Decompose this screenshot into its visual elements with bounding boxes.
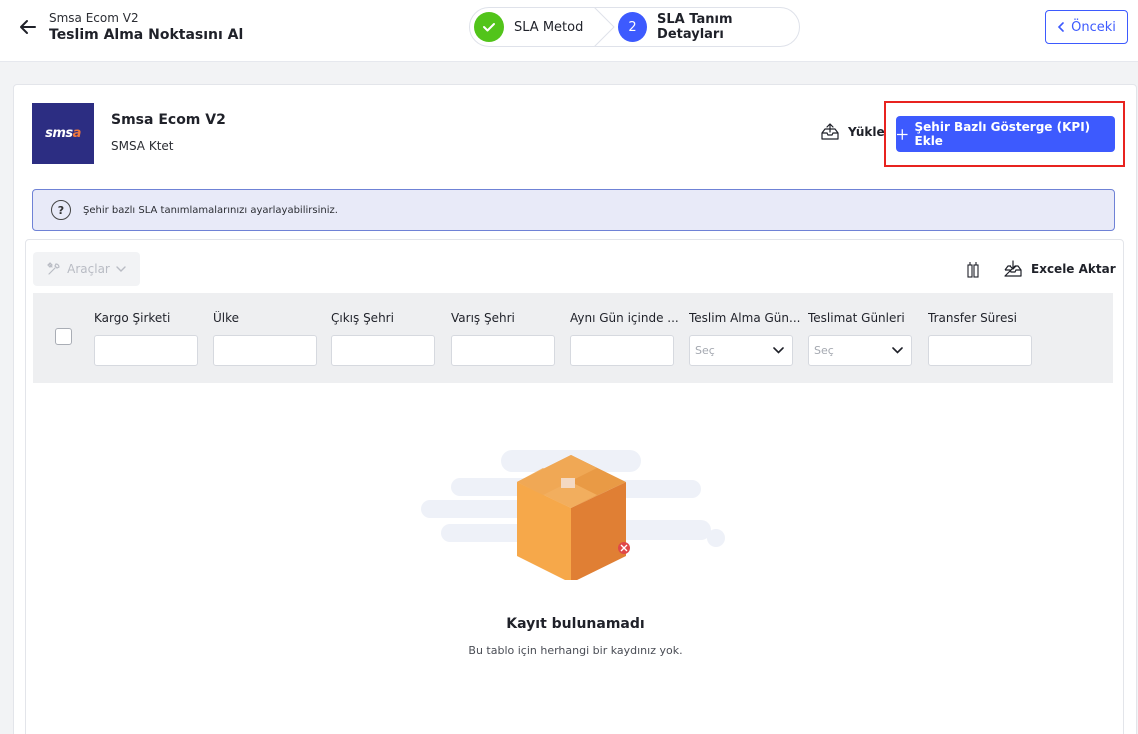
filter-select[interactable]: Seç — [689, 335, 793, 366]
question-icon: ? — [51, 200, 71, 220]
download-icon — [1004, 260, 1022, 277]
column-label: Ülke — [213, 311, 240, 325]
previous-button[interactable]: Önceki — [1045, 10, 1128, 44]
column-label: Varış Şehri — [451, 311, 515, 325]
empty-state-subtitle: Bu tablo için herhangi bir kaydınız yok. — [468, 644, 683, 657]
empty-state-title: Kayıt bulunamadı — [506, 616, 645, 632]
column-label: Teslim Alma Gün... — [689, 311, 801, 325]
chevron-left-icon — [1057, 22, 1064, 32]
export-excel-button[interactable]: Excele Aktar — [1003, 260, 1116, 278]
check-icon — [474, 12, 504, 42]
step-divider-icon — [593, 7, 615, 47]
filter-input[interactable] — [331, 335, 435, 366]
page-subtitle: Smsa Ecom V2 — [49, 11, 139, 25]
info-text: Şehir bazlı SLA tanımlamalarınızı ayarla… — [83, 204, 338, 216]
stepper: SLA Metod 2 SLA Tanım Detayları — [469, 7, 800, 47]
step-label: SLA Tanım Detayları — [657, 12, 733, 42]
column-label: Çıkış Şehri — [331, 311, 394, 325]
filter-select-placeholder: Seç — [814, 344, 834, 357]
data-grid: Araçlar Excele Aktar Kargo Şirketi Ülke … — [25, 239, 1124, 734]
column-header: Ülke — [213, 311, 327, 366]
filter-input[interactable] — [451, 335, 555, 366]
logo-text: smsa — [45, 126, 81, 141]
column-header: Teslimat Günleri Seç — [808, 311, 922, 366]
back-arrow-icon[interactable] — [18, 17, 38, 37]
filter-input[interactable] — [213, 335, 317, 366]
column-header: Transfer Süresi — [928, 311, 1042, 366]
tools-label: Araçlar — [67, 262, 110, 276]
company-name: Smsa Ecom V2 — [111, 112, 226, 128]
column-label: Teslimat Günleri — [808, 311, 905, 325]
add-kpi-button[interactable]: Şehir Bazlı Gösterge (KPI) Ekle — [896, 116, 1115, 152]
chevron-down-icon — [892, 347, 903, 354]
tools-button[interactable]: Araçlar — [33, 252, 140, 286]
column-header: Kargo Şirketi — [94, 311, 208, 366]
add-kpi-label: Şehir Bazlı Gösterge (KPI) Ekle — [914, 120, 1091, 148]
upload-button[interactable]: Yükle — [820, 123, 885, 141]
column-header: Varış Şehri — [451, 311, 565, 366]
filter-select-placeholder: Seç — [695, 344, 715, 357]
column-label: Aynı Gün içinde ... — [570, 311, 679, 325]
column-label: Kargo Şirketi — [94, 311, 171, 325]
chevron-down-icon — [773, 347, 784, 354]
top-bar: Smsa Ecom V2 Teslim Alma Noktasını Al SL… — [0, 0, 1138, 62]
info-banner: ? Şehir bazlı SLA tanımlamalarınızı ayar… — [32, 189, 1115, 231]
column-label: Transfer Süresi — [928, 311, 1017, 325]
step-label: SLA Metod — [514, 19, 584, 35]
step-sla-details[interactable]: 2 SLA Tanım Detayları — [618, 12, 799, 42]
plus-icon — [896, 128, 908, 140]
step-sla-method[interactable]: SLA Metod — [474, 12, 583, 42]
column-chooser-icon[interactable] — [966, 261, 980, 279]
company-subtitle: SMSA Ktet — [111, 139, 174, 153]
grid-header-row: Kargo Şirketi Ülke Çıkış Şehri Varış Şeh… — [33, 293, 1113, 383]
page-title: Teslim Alma Noktasını Al — [49, 27, 244, 43]
step-number: 2 — [618, 12, 648, 42]
company-logo: smsa — [32, 103, 94, 164]
column-header: Çıkış Şehri — [331, 311, 445, 366]
column-header: Teslim Alma Gün... Seç — [689, 311, 803, 366]
filter-input[interactable] — [928, 335, 1032, 366]
column-header: Aynı Gün içinde ... — [570, 311, 684, 366]
tools-icon — [47, 262, 60, 275]
page-title-group: Smsa Ecom V2 Teslim Alma Noktasını Al — [49, 10, 243, 44]
export-excel-label: Excele Aktar — [1031, 262, 1116, 276]
previous-button-label: Önceki — [1071, 19, 1116, 35]
empty-box-illustration — [421, 450, 725, 580]
chevron-down-icon — [116, 266, 126, 272]
filter-input[interactable] — [570, 335, 674, 366]
main-panel: smsa Smsa Ecom V2 SMSA Ktet Yükle Şehir … — [13, 84, 1137, 734]
upload-icon — [821, 123, 839, 140]
filter-input[interactable] — [94, 335, 198, 366]
select-all-checkbox[interactable] — [55, 328, 72, 345]
filter-select[interactable]: Seç — [808, 335, 912, 366]
upload-label: Yükle — [848, 125, 885, 139]
